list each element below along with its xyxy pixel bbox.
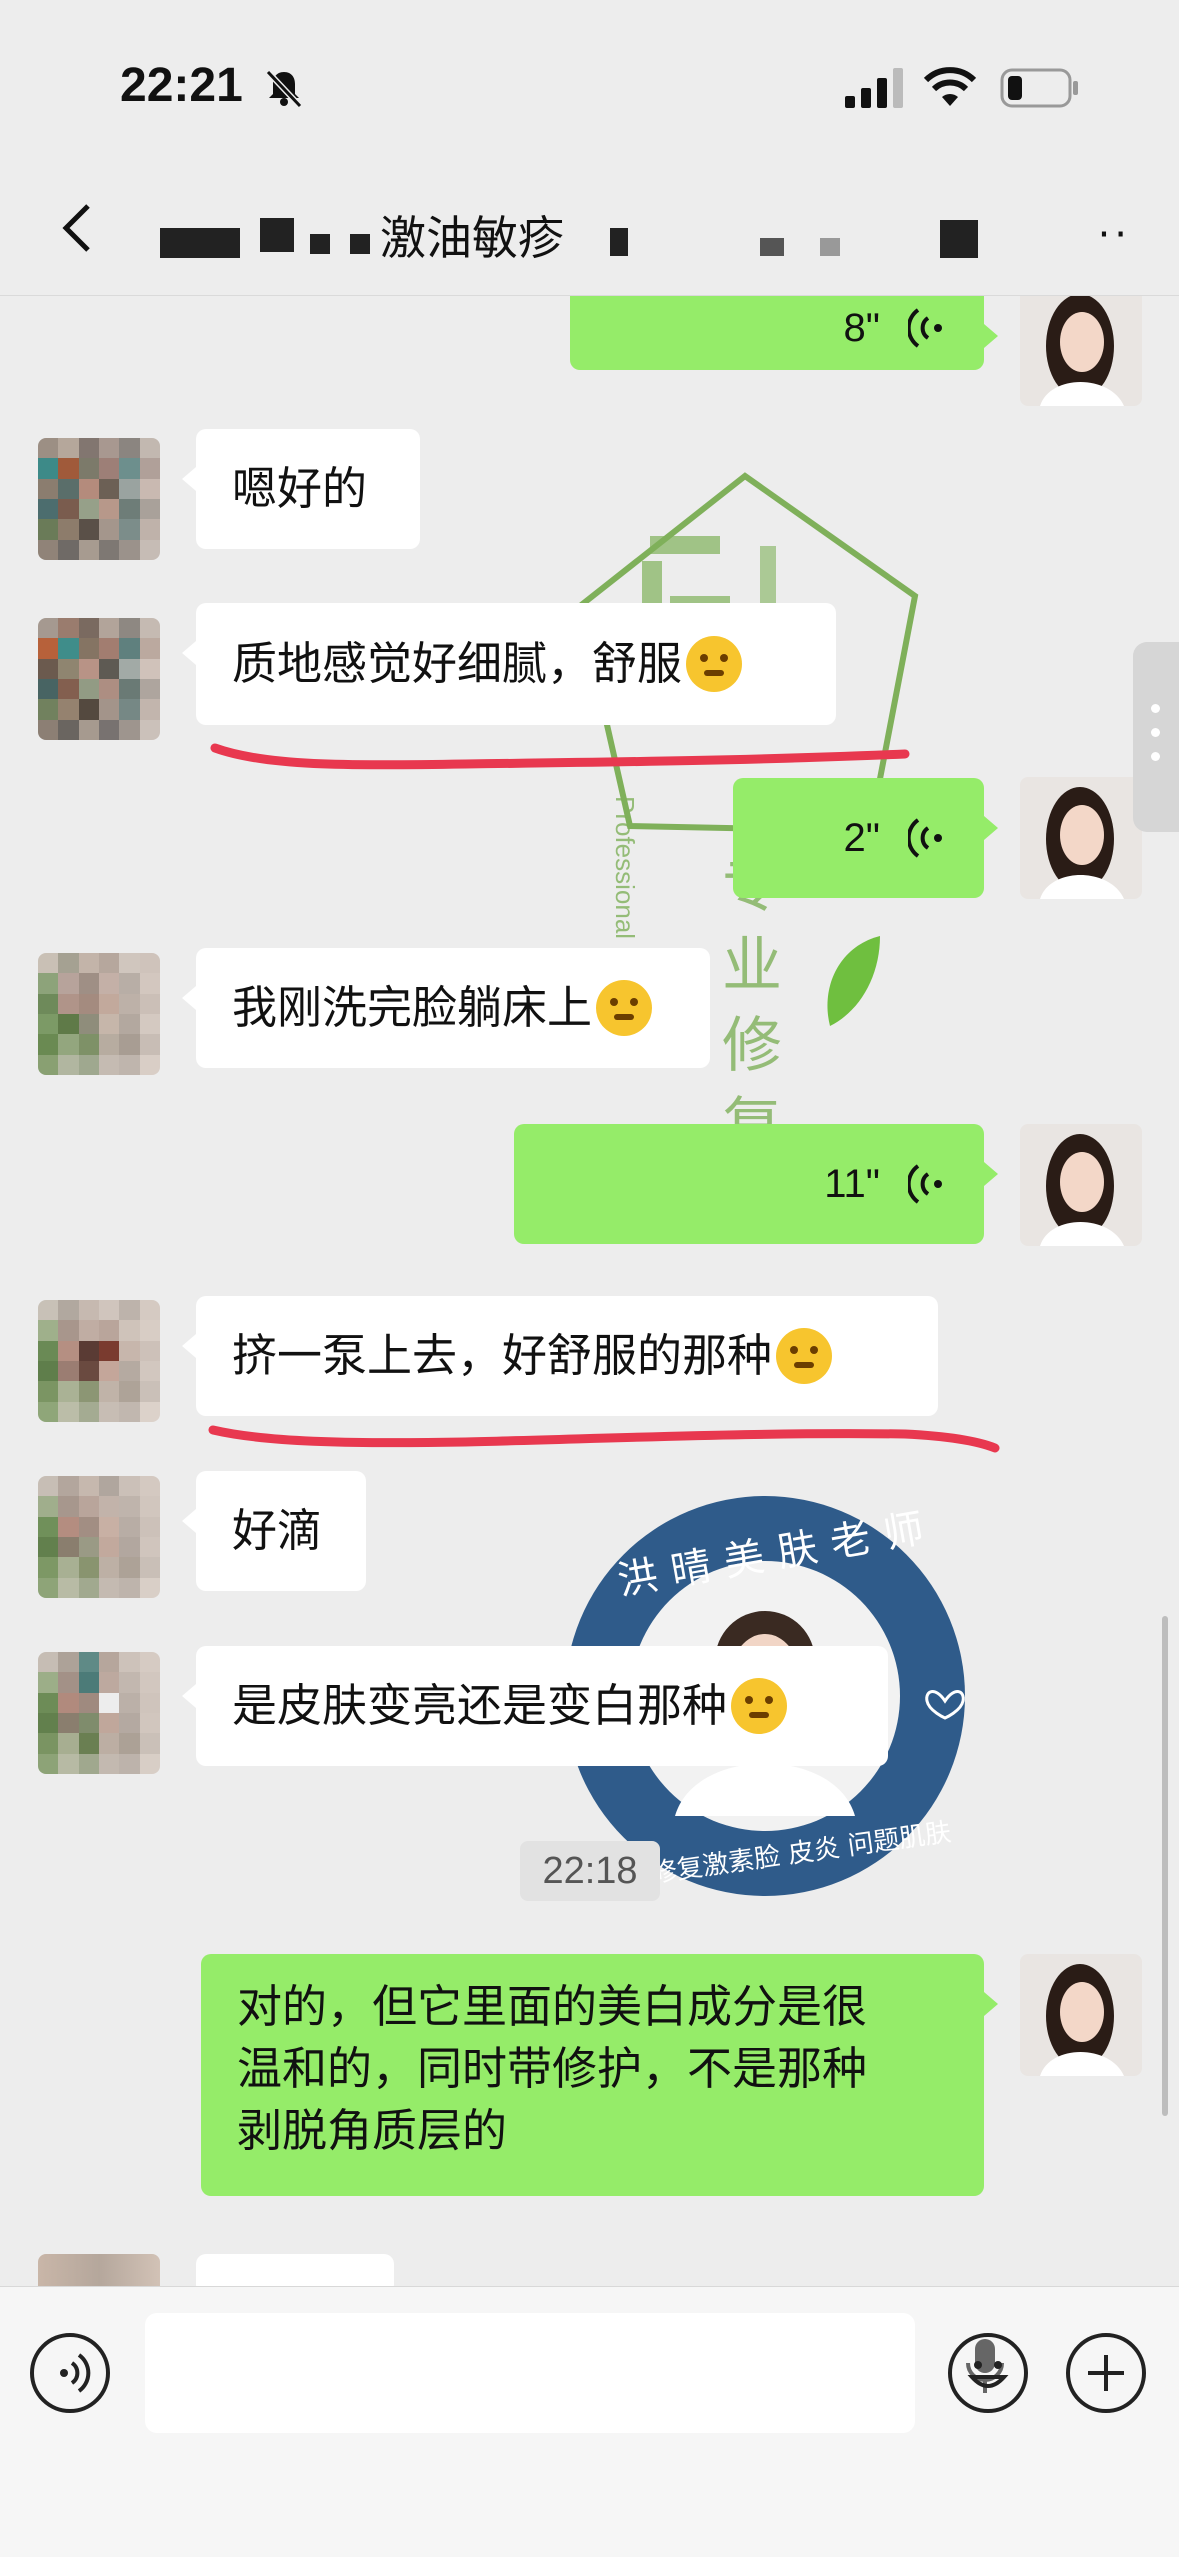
more-options-button[interactable]: ·· bbox=[1098, 212, 1131, 258]
text-message[interactable] bbox=[196, 2254, 394, 2286]
message-line: 剥脱角质层的 bbox=[237, 2104, 508, 2157]
contact-avatar[interactable] bbox=[38, 438, 160, 560]
voice-duration: 11" bbox=[824, 1162, 880, 1206]
voice-message[interactable]: 11" bbox=[514, 1124, 998, 1244]
cellular-signal-icon bbox=[845, 68, 903, 108]
chat-header: 激油敏疹 ·· bbox=[0, 170, 1179, 296]
message-line: 对的，但它里面的美白成分是很 bbox=[237, 1980, 868, 2033]
my-avatar[interactable] bbox=[1020, 1124, 1142, 1246]
contact-avatar[interactable] bbox=[38, 2254, 160, 2286]
contact-avatar[interactable] bbox=[38, 1476, 160, 1598]
chat-timestamp: 22:18 bbox=[520, 1841, 660, 1901]
mosaic-block bbox=[160, 228, 240, 258]
message-list[interactable]: 专业修复 Professional 洪晴美肤老师 专业修复激素脸 皮炎 问题肌肤… bbox=[0, 296, 1179, 2286]
my-avatar[interactable] bbox=[1020, 296, 1142, 406]
watermark-side-text: Professional bbox=[610, 796, 640, 940]
thinking-face-emoji bbox=[731, 1678, 788, 1734]
voice-wave-icon bbox=[908, 818, 942, 858]
battery-icon bbox=[1000, 68, 1078, 108]
voice-wave-icon bbox=[908, 1164, 942, 1204]
thinking-face-emoji bbox=[686, 636, 743, 692]
voice-duration: 2" bbox=[843, 816, 880, 860]
message-input[interactable] bbox=[145, 2313, 1004, 2433]
red-underline-annotation bbox=[208, 1425, 1000, 1453]
contact-avatar[interactable] bbox=[38, 953, 160, 1075]
mosaic-block bbox=[760, 238, 784, 256]
text-message[interactable]: 嗯好的 bbox=[182, 429, 420, 549]
text-message[interactable]: 好滴 bbox=[182, 1471, 366, 1591]
mute-bell-icon bbox=[265, 69, 303, 109]
text-message[interactable]: 是皮肤变亮还是变白那种 bbox=[182, 1646, 888, 1766]
chat-title-area: 激油敏疹 bbox=[160, 198, 980, 268]
contact-avatar[interactable] bbox=[38, 1652, 160, 1774]
mosaic-block bbox=[610, 228, 628, 256]
back-arrow-icon[interactable] bbox=[48, 198, 108, 258]
mosaic-block bbox=[940, 220, 978, 258]
mosaic-block bbox=[820, 238, 840, 256]
thinking-face-emoji bbox=[776, 1328, 833, 1384]
chat-title: 激油敏疹 bbox=[380, 211, 564, 265]
status-bar: 22:21 bbox=[0, 0, 1179, 170]
voice-message[interactable]: 2" bbox=[733, 778, 998, 898]
message-text: 我刚洗完脸躺床上 bbox=[232, 981, 593, 1034]
message-line: 温和的，同时带修护，不是那种 bbox=[237, 2042, 868, 2095]
scrollbar[interactable] bbox=[1162, 1616, 1168, 2116]
status-time: 22:21 bbox=[120, 59, 243, 112]
voice-wave-icon bbox=[908, 308, 942, 348]
contact-avatar[interactable] bbox=[38, 618, 160, 740]
mosaic-block bbox=[350, 234, 370, 254]
thinking-face-emoji bbox=[596, 980, 653, 1036]
message-text: 好滴 bbox=[232, 1504, 323, 1557]
text-message[interactable]: 挤一泵上去，好舒服的那种 bbox=[182, 1296, 938, 1416]
side-floating-handle[interactable] bbox=[1133, 642, 1179, 832]
text-message[interactable]: 质地感觉好细腻，舒服 bbox=[182, 603, 836, 725]
message-text: 质地感觉好细腻，舒服 bbox=[232, 637, 683, 690]
my-avatar[interactable] bbox=[1020, 777, 1142, 899]
text-message[interactable]: 对的，但它里面的美白成分是很 温和的，同时带修护，不是那种 剥脱角质层的 bbox=[201, 1954, 998, 2196]
emoji-icon[interactable] bbox=[948, 2333, 1028, 2413]
message-text: 是皮肤变亮还是变白那种 bbox=[232, 1679, 728, 1732]
mosaic-block bbox=[260, 218, 294, 252]
text-message[interactable]: 我刚洗完脸躺床上 bbox=[182, 948, 710, 1068]
mosaic-block bbox=[310, 234, 330, 254]
message-text: 嗯好的 bbox=[232, 462, 368, 515]
message-text: 挤一泵上去，好舒服的那种 bbox=[232, 1329, 773, 1382]
red-underline-annotation bbox=[210, 743, 910, 770]
voice-duration: 8" bbox=[843, 306, 880, 350]
voice-icon[interactable] bbox=[30, 2333, 110, 2413]
voice-message[interactable]: 8" bbox=[570, 296, 998, 370]
my-avatar[interactable] bbox=[1020, 1954, 1142, 2076]
contact-avatar[interactable] bbox=[38, 1300, 160, 1422]
plus-icon[interactable] bbox=[1066, 2333, 1146, 2413]
wifi-icon bbox=[923, 67, 977, 106]
input-bar bbox=[0, 2286, 1179, 2557]
